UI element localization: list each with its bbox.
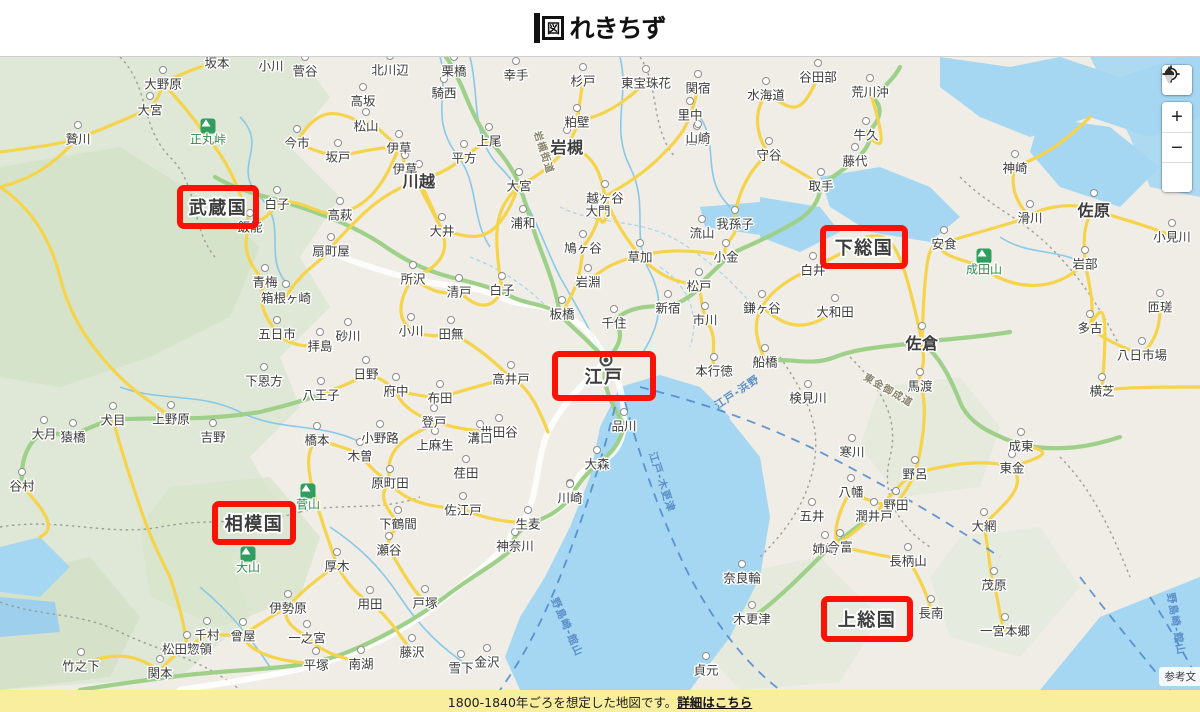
logo-mark-char: 図 bbox=[542, 16, 565, 40]
minus-icon: − bbox=[1171, 136, 1183, 159]
province-label: 上総国 bbox=[837, 610, 897, 631]
plus-icon: + bbox=[1171, 106, 1183, 128]
compass-button[interactable] bbox=[1162, 66, 1192, 192]
logo-text: れきちず bbox=[569, 13, 666, 43]
zoom-in-button[interactable]: + bbox=[1162, 102, 1192, 132]
app-header: 図 れきちず bbox=[0, 0, 1200, 57]
province-label: 武蔵国 bbox=[188, 198, 248, 219]
map-canvas[interactable]: 大宮 上尾 浦和 千住 新宿 板橋 市川 船橋 松戸 品川 大森 川崎 神奈川 八王子 府中 厚木 平塚 藤沢 戸塚… bbox=[0, 57, 1200, 690]
mountain-icon bbox=[200, 118, 216, 134]
mountain-icon bbox=[240, 546, 256, 562]
mountain-icon bbox=[300, 483, 316, 499]
zoom-out-button[interactable]: − bbox=[1162, 132, 1192, 162]
footer-detail-link[interactable]: 詳細はこちら bbox=[677, 692, 752, 711]
footer-notice: 1800-1840年ごろを想定した地図です。 詳細はこちら bbox=[0, 690, 1200, 712]
map-controls[interactable]: + − bbox=[1162, 65, 1192, 192]
province-label: 江戸 bbox=[584, 367, 624, 388]
rekichizu-logo[interactable]: 図 れきちず bbox=[534, 13, 667, 43]
map-logo-icon: 図 bbox=[534, 13, 565, 43]
mountain-icon bbox=[976, 248, 992, 264]
zoom-control-group[interactable]: + − bbox=[1162, 66, 1192, 192]
province-label: 相模国 bbox=[224, 514, 284, 535]
map-attribution[interactable]: 参考文 bbox=[1158, 667, 1200, 686]
footer-note-text: 1800-1840年ごろを想定した地図です。 bbox=[447, 694, 678, 710]
province-label: 下総国 bbox=[834, 238, 894, 259]
